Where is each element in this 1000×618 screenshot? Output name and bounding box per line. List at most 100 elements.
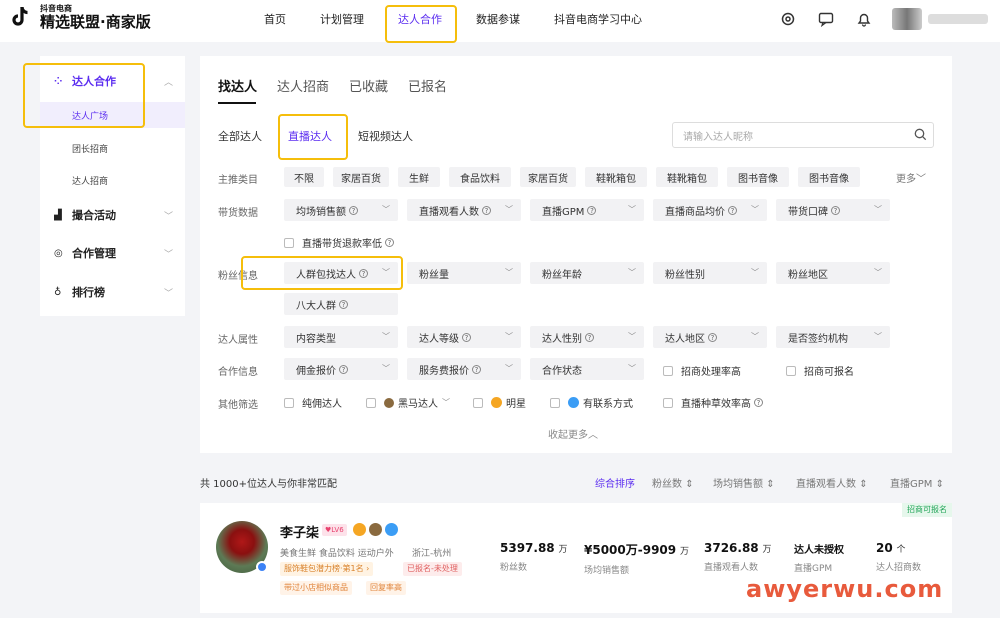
eight-groups-select[interactable]: 八大人群? (284, 293, 398, 315)
other-checkbox[interactable]: 黑马达人 ﹀ (366, 395, 450, 410)
influencer-name[interactable]: 李子柒 (280, 522, 319, 541)
sidebar-group-coop[interactable]: ◎ 合作管理 ﹀ (40, 239, 185, 267)
coop-checkbox[interactable]: 招商处理率高 (663, 363, 741, 378)
subtab-short-video[interactable]: 短视频达人 (358, 128, 413, 144)
fans-select[interactable]: 粉丝地区 ﹀ (776, 262, 890, 284)
category-chip[interactable]: 家居百货 (520, 167, 576, 187)
more-categories-button[interactable]: 更多﹀ (896, 170, 926, 185)
watermark: awyerwu.com (746, 575, 944, 603)
category-chip[interactable]: 不限 (284, 167, 324, 187)
sales-select[interactable]: 直播观看人数? ﹀ (407, 199, 521, 221)
other-checkbox[interactable]: 直播种草效率高? (663, 395, 763, 410)
checkbox[interactable] (366, 397, 376, 408)
user-name[interactable] (928, 14, 988, 24)
checkbox[interactable] (663, 365, 673, 376)
chevron-down-icon: ﹀ (505, 268, 513, 277)
category-chip[interactable]: 鞋靴箱包 (656, 167, 718, 187)
checkbox[interactable] (284, 397, 294, 408)
category-chip[interactable]: 食品饮料 (449, 167, 511, 187)
sort-arrows-icon: ⇕ (685, 479, 694, 490)
sales-select[interactable]: 均场销售额? ﹀ (284, 199, 398, 221)
coop-select[interactable]: 合作状态 ﹀ (530, 358, 644, 380)
settings-gear-icon[interactable] (778, 9, 798, 29)
nav-data[interactable]: 数据参谋 (476, 11, 520, 27)
notification-bell-icon[interactable] (854, 9, 874, 29)
rank-badge[interactable]: 服饰鞋包潜力榜·第1名 › (280, 562, 374, 576)
checkbox[interactable] (550, 397, 560, 408)
nav-home[interactable]: 首页 (264, 11, 286, 27)
search-placeholder: 请输入达人昵称 (683, 131, 753, 143)
attr-select[interactable]: 达人性别? ﹀ (530, 326, 644, 348)
other-checkbox[interactable]: 有联系方式 (550, 395, 633, 410)
row-label-coop: 合作信息 (218, 367, 258, 378)
sort-comprehensive[interactable]: 综合排序 (595, 475, 635, 490)
fans-select[interactable]: 粉丝量 ﹀ (407, 262, 521, 284)
search-input[interactable]: 请输入达人昵称 (672, 122, 934, 148)
tab-influencer-invite[interactable]: 达人招商 (277, 76, 329, 95)
chevron-down-icon: ﹀ (628, 332, 636, 341)
coop-select[interactable]: 服务费报价? ﹀ (407, 358, 521, 380)
attr-select[interactable]: 达人地区? ﹀ (653, 326, 767, 348)
attr-select[interactable]: 内容类型 ﹀ (284, 326, 398, 348)
other-checkbox[interactable]: 明星 (473, 395, 526, 410)
coop-select[interactable]: 佣金报价? ﹀ (284, 358, 398, 380)
checkbox[interactable] (663, 397, 673, 408)
sidebar-item-influencer-invite[interactable]: 达人招商 (40, 167, 185, 193)
tab-registered[interactable]: 已报名 (408, 76, 447, 95)
collapse-more-button[interactable]: 收起更多︿ (548, 426, 598, 441)
category-chip[interactable]: 家居百货 (333, 167, 389, 187)
nav-plan[interactable]: 计划管理 (320, 11, 364, 27)
other-checkbox[interactable]: 纯佣达人 (284, 395, 342, 410)
attr-select[interactable]: 是否签约机构 ﹀ (776, 326, 890, 348)
chevron-down-icon: ﹀ (505, 332, 513, 341)
handshake-icon: ◎ (54, 247, 63, 259)
message-icon[interactable] (816, 9, 836, 29)
help-icon: ? (754, 398, 763, 407)
sort-avg-sales[interactable]: 场均销售额 ⇕ (713, 475, 775, 490)
chevron-down-icon: ﹀ (751, 332, 759, 341)
logo-title: 精选联盟·商家版 (40, 12, 151, 31)
row-label-category: 主推类目 (218, 175, 258, 186)
subtab-all[interactable]: 全部达人 (218, 128, 262, 144)
sidebar-group-activities[interactable]: ▟ 撮合活动 ﹀ (40, 201, 185, 229)
sidebar-group-label: 撮合活动 (72, 209, 116, 222)
row-label-other: 其他筛选 (218, 400, 258, 411)
top-bar: 抖音电商 精选联盟·商家版 首页 计划管理 达人合作 数据参谋 抖音电商学习中心 (0, 0, 1000, 42)
star-badge-icon (353, 523, 366, 536)
help-icon: ? (708, 332, 717, 342)
fans-select[interactable]: 粉丝年龄 ﹀ (530, 262, 644, 284)
search-icon[interactable] (914, 128, 927, 144)
user-avatar[interactable] (892, 8, 922, 30)
trophy-icon: ♁ (54, 286, 62, 298)
checkbox[interactable] (473, 397, 483, 408)
nav-learning[interactable]: 抖音电商学习中心 (554, 11, 642, 27)
invite-open-badge: 招商可报名 (902, 503, 952, 517)
sales-select[interactable]: 直播商品均价? ﹀ (653, 199, 767, 221)
feature-tag: 回复率高 (366, 581, 406, 595)
sales-select[interactable]: 直播GPM? ﹀ (530, 199, 644, 221)
sort-fans[interactable]: 粉丝数 ⇕ (652, 475, 694, 490)
sales-select[interactable]: 带货口碑? ﹀ (776, 199, 890, 221)
sort-arrows-icon: ⇕ (935, 479, 944, 490)
help-icon: ? (339, 299, 348, 309)
sidebar-item-team-leader[interactable]: 团长招商 (40, 135, 185, 161)
chevron-down-icon: ﹀ (442, 398, 450, 407)
category-chip[interactable]: 鞋靴箱包 (585, 167, 647, 187)
help-icon: ? (472, 364, 481, 374)
sort-gpm[interactable]: 直播GPM ⇕ (890, 475, 944, 490)
category-chip[interactable]: 生鲜 (398, 167, 440, 187)
logo[interactable]: 抖音电商 精选联盟·商家版 (8, 4, 151, 30)
attr-select[interactable]: 达人等级? ﹀ (407, 326, 521, 348)
category-chip[interactable]: 图书音像 (798, 167, 860, 187)
category-chip[interactable]: 图书音像 (727, 167, 789, 187)
sort-live-viewers[interactable]: 直播观看人数 ⇕ (796, 475, 868, 490)
checkbox[interactable] (284, 237, 294, 248)
sidebar-group-ranking[interactable]: ♁ 排行榜 ﹀ (40, 278, 185, 306)
checkbox[interactable] (786, 365, 796, 376)
coop-checkbox[interactable]: 招商可报名 (786, 363, 854, 378)
highlight-sidebar (23, 63, 145, 128)
tab-favorites[interactable]: 已收藏 (349, 76, 388, 95)
fans-select[interactable]: 粉丝性别 ﹀ (653, 262, 767, 284)
tab-find-influencer[interactable]: 找达人 (218, 76, 257, 95)
refund-checkbox[interactable]: 直播带货退款率低? (284, 235, 394, 250)
